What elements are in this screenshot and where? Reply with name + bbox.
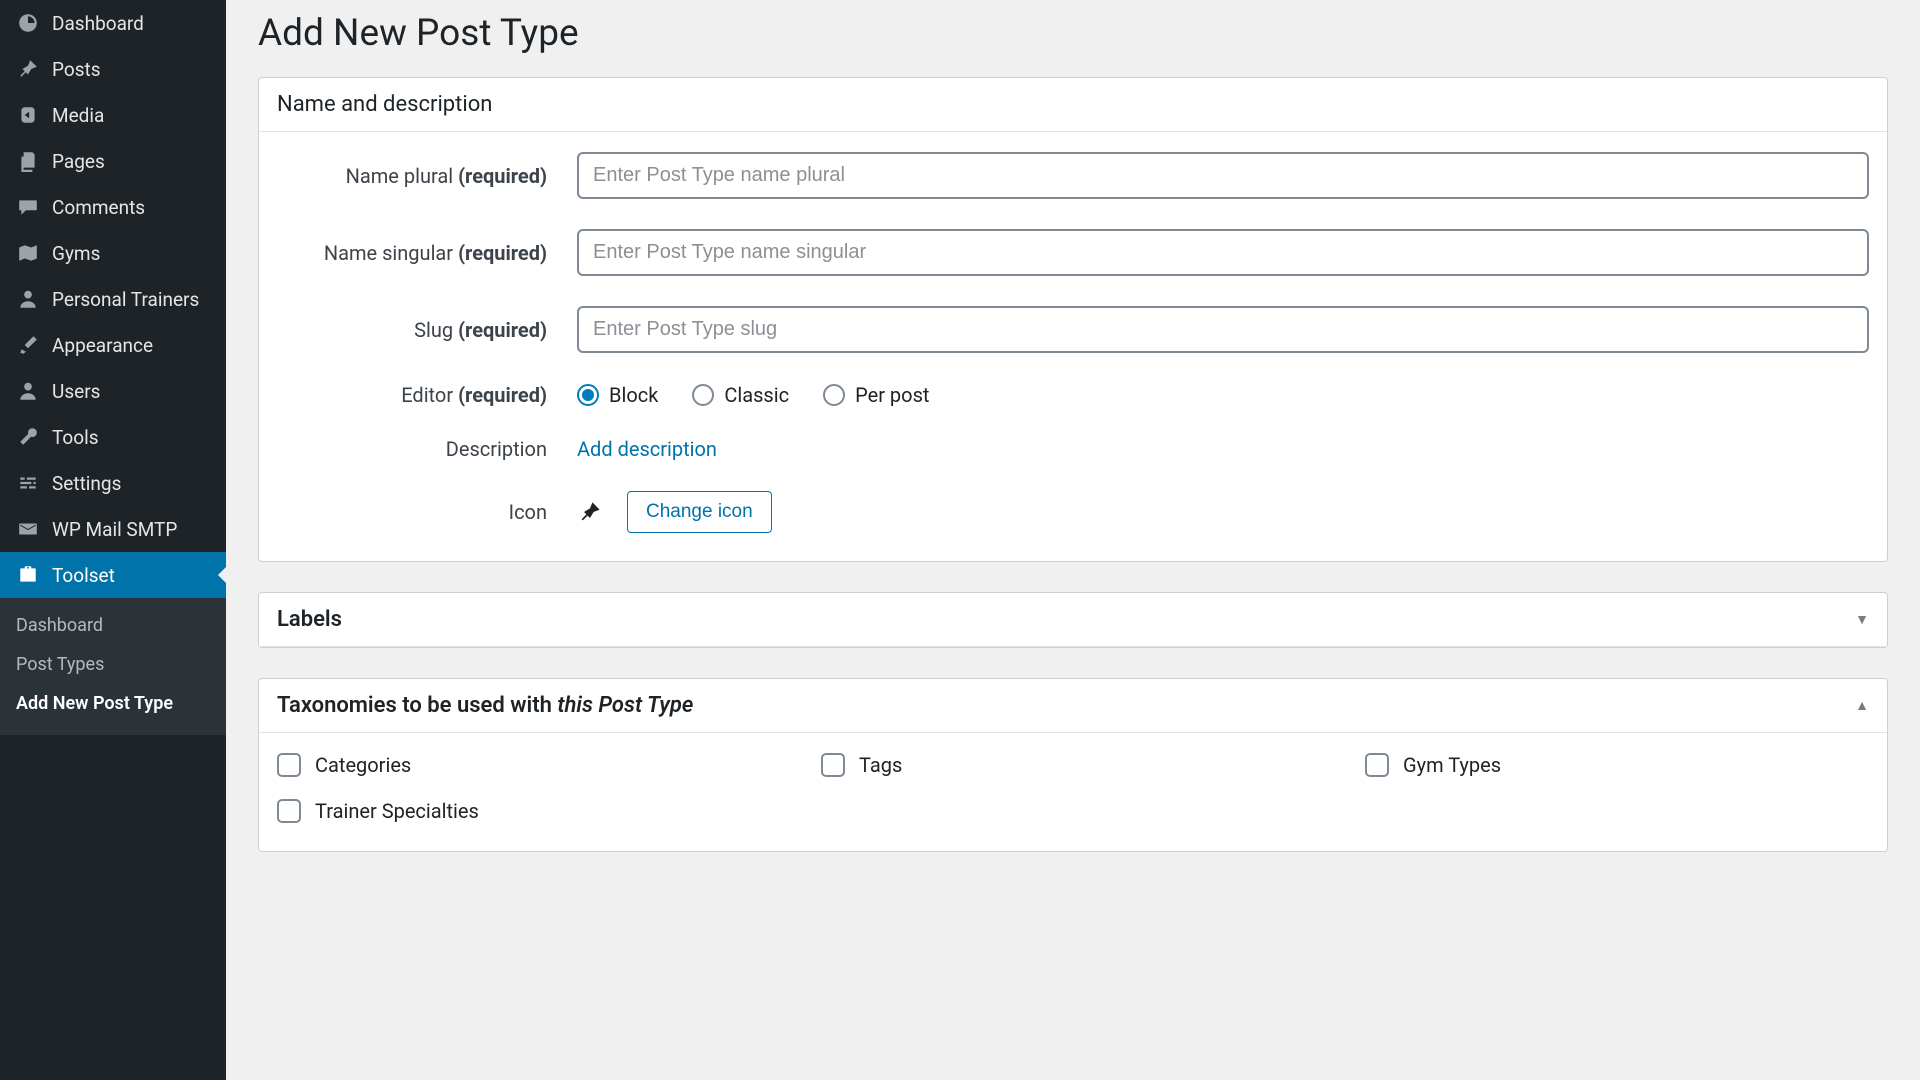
row-name-singular: Name singular (required) [277, 229, 1869, 276]
sidebar-item-label: Appearance [52, 334, 153, 357]
radio-icon [577, 384, 599, 406]
checkbox-icon [1365, 753, 1389, 777]
sidebar-item-label: Tools [52, 426, 99, 449]
wrench-icon [16, 425, 40, 449]
chevron-down-icon: ▼ [1855, 611, 1869, 628]
change-icon-button[interactable]: Change icon [627, 491, 772, 533]
sidebar-item-users[interactable]: Users [0, 368, 226, 414]
sidebar-item-trainers[interactable]: Personal Trainers [0, 276, 226, 322]
admin-sidebar: Dashboard Posts Media Pages Comments Gym… [0, 0, 226, 1080]
page-title: Add New Post Type [258, 12, 1888, 55]
row-editor: Editor (required) Block Classic Per post [277, 383, 1869, 407]
label-editor: Editor (required) [277, 383, 577, 407]
taxonomy-checkbox-gym-types[interactable]: Gym Types [1365, 753, 1869, 777]
add-description-link[interactable]: Add description [577, 437, 717, 461]
main-content: Add New Post Type Name and description N… [226, 0, 1920, 1080]
editor-radio-block[interactable]: Block [577, 383, 658, 407]
label-icon: Icon [277, 500, 577, 524]
sidebar-submenu: Dashboard Post Types Add New Post Type [0, 598, 226, 735]
chevron-up-icon: ▲ [1855, 697, 1869, 714]
sidebar-item-label: Users [52, 380, 100, 403]
media-icon [16, 103, 40, 127]
radio-icon [823, 384, 845, 406]
sidebar-item-wpmailsmtp[interactable]: WP Mail SMTP [0, 506, 226, 552]
sidebar-item-toolset[interactable]: Toolset [0, 552, 226, 598]
row-name-plural: Name plural (required) [277, 152, 1869, 199]
sidebar-item-comments[interactable]: Comments [0, 184, 226, 230]
user-icon [16, 379, 40, 403]
checkbox-icon [821, 753, 845, 777]
sidebar-item-tools[interactable]: Tools [0, 414, 226, 460]
sidebar-item-label: Personal Trainers [52, 288, 199, 311]
sidebar-item-label: Toolset [52, 564, 115, 587]
sidebar-subitem-add-new-post-type[interactable]: Add New Post Type [0, 684, 226, 723]
row-slug: Slug (required) [277, 306, 1869, 353]
taxonomy-checkbox-categories[interactable]: Categories [277, 753, 781, 777]
checkbox-icon [277, 799, 301, 823]
map-icon [16, 241, 40, 265]
sidebar-item-dashboard[interactable]: Dashboard [0, 0, 226, 46]
label-name-singular: Name singular (required) [277, 241, 577, 265]
panel-header-taxonomies[interactable]: Taxonomies to be used with this Post Typ… [259, 679, 1887, 733]
editor-radio-classic[interactable]: Classic [692, 383, 789, 407]
label-description: Description [277, 437, 577, 461]
sidebar-subitem-post-types[interactable]: Post Types [0, 645, 226, 684]
taxonomy-checkbox-tags[interactable]: Tags [821, 753, 1325, 777]
sliders-icon [16, 471, 40, 495]
row-description: Description Add description [277, 437, 1869, 461]
radio-icon [692, 384, 714, 406]
panel-taxonomies: Taxonomies to be used with this Post Typ… [258, 678, 1888, 852]
label-name-plural: Name plural (required) [277, 164, 577, 188]
pages-icon [16, 149, 40, 173]
name-singular-input[interactable] [577, 229, 1869, 276]
pin-icon [16, 57, 40, 81]
sidebar-item-label: WP Mail SMTP [52, 518, 177, 541]
sidebar-item-label: Media [52, 104, 104, 127]
sidebar-item-label: Settings [52, 472, 121, 495]
mail-icon [16, 517, 40, 541]
label-slug: Slug (required) [277, 318, 577, 342]
panel-labels: Labels ▼ [258, 592, 1888, 648]
panel-name-description: Name and description Name plural (requir… [258, 77, 1888, 562]
dashboard-icon [16, 11, 40, 35]
checkbox-icon [277, 753, 301, 777]
sidebar-subitem-dashboard[interactable]: Dashboard [0, 606, 226, 645]
sidebar-item-gyms[interactable]: Gyms [0, 230, 226, 276]
row-icon: Icon Change icon [277, 491, 1869, 533]
sidebar-item-label: Posts [52, 58, 101, 81]
slug-input[interactable] [577, 306, 1869, 353]
panel-header-name-description: Name and description [259, 78, 1887, 132]
editor-radio-per-post[interactable]: Per post [823, 383, 929, 407]
sidebar-item-label: Comments [52, 196, 145, 219]
brush-icon [16, 333, 40, 357]
pin-icon [577, 499, 603, 525]
user-icon [16, 287, 40, 311]
sidebar-item-pages[interactable]: Pages [0, 138, 226, 184]
sidebar-item-label: Gyms [52, 242, 100, 265]
sidebar-item-settings[interactable]: Settings [0, 460, 226, 506]
sidebar-item-posts[interactable]: Posts [0, 46, 226, 92]
panel-header-labels[interactable]: Labels ▼ [259, 593, 1887, 647]
briefcase-icon [16, 563, 40, 587]
sidebar-item-appearance[interactable]: Appearance [0, 322, 226, 368]
sidebar-item-media[interactable]: Media [0, 92, 226, 138]
sidebar-item-label: Dashboard [52, 12, 144, 35]
sidebar-item-label: Pages [52, 150, 105, 173]
comments-icon [16, 195, 40, 219]
name-plural-input[interactable] [577, 152, 1869, 199]
taxonomy-checkbox-trainer-specialties[interactable]: Trainer Specialties [277, 799, 781, 823]
